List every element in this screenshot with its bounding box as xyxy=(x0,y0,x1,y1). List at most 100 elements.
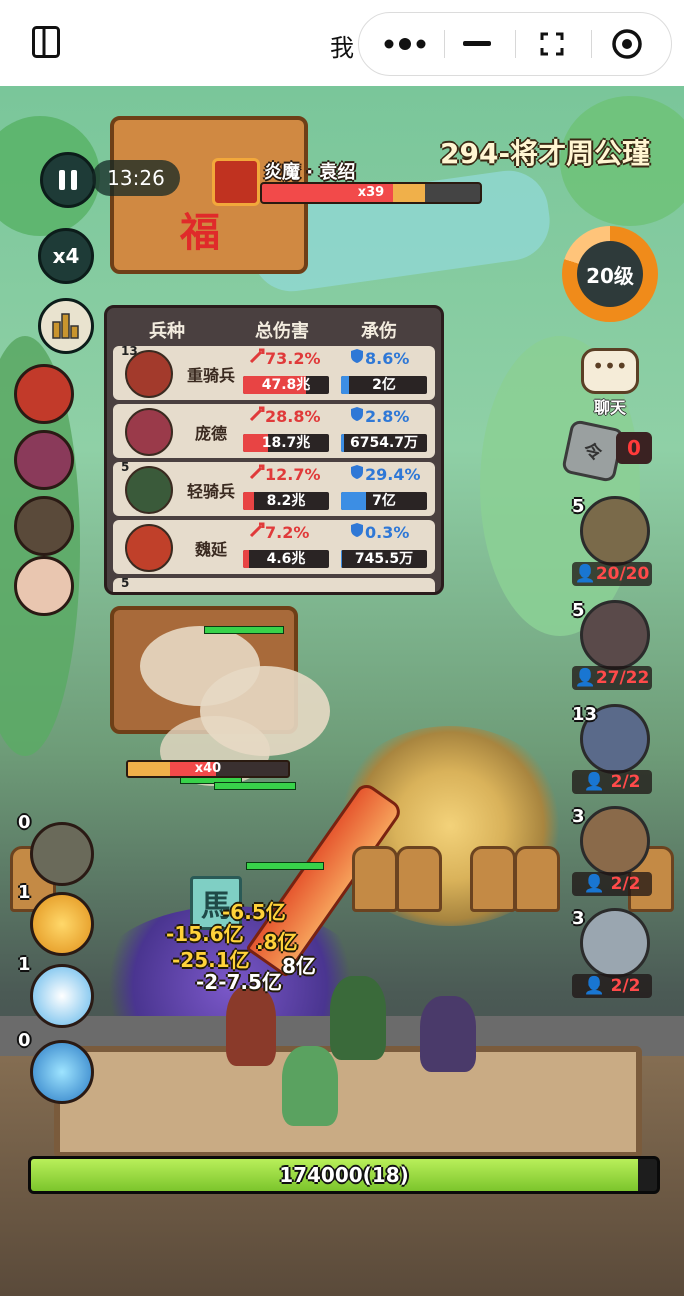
hero-portrait[interactable] xyxy=(14,496,74,556)
battle-timer: 13:26 xyxy=(92,160,180,196)
unit-name: 轻骑兵 xyxy=(187,482,236,501)
order-token[interactable]: 令 0 xyxy=(560,418,654,484)
page-title: 我 xyxy=(330,34,354,62)
chat-bubble-icon: ••• xyxy=(581,348,639,394)
tank-bar: 6754.7万 xyxy=(341,434,427,452)
unit-level: 13 xyxy=(572,704,598,725)
damage-percent: 73.2% xyxy=(249,348,321,368)
boss-count: x39 xyxy=(357,185,385,200)
hero-portrait[interactable] xyxy=(14,430,74,490)
damage-percent: 7.2% xyxy=(249,522,309,542)
stats-row: 13 重骑兵 73.2% 8.6% 47.8兆 2亿 xyxy=(113,344,435,400)
hero-unit[interactable] xyxy=(226,986,276,1066)
unit-capacity: 👤 2/2 xyxy=(572,974,652,998)
unit-capacity: 👤 2/2 xyxy=(572,770,652,794)
unit-slot[interactable]: 3 👤 2/2 xyxy=(572,908,654,1008)
pause-icon xyxy=(59,170,77,190)
game-scene[interactable]: 福 馬 x40 -6.5亿 -15.6亿 .8亿 -25.1亿 8亿 -2-7.… xyxy=(0,86,684,1296)
enemy-count: x40 xyxy=(194,761,222,776)
unit-name: 庞德 xyxy=(195,424,228,443)
tank-percent: 2.8% xyxy=(349,406,409,426)
damage-percent: 28.8% xyxy=(249,406,321,426)
unit-portrait xyxy=(580,496,650,566)
tank-percent: 29.4% xyxy=(349,464,421,484)
shield-icon xyxy=(351,523,363,537)
damage-bar: 47.8兆 xyxy=(243,376,329,394)
shield-icon xyxy=(351,407,363,421)
skill-count: 0 xyxy=(18,812,31,833)
skill-count: 0 xyxy=(18,1030,31,1051)
skill-ice-button[interactable] xyxy=(30,964,94,1028)
hero-portrait[interactable] xyxy=(14,364,74,424)
unit-slot[interactable]: 5 👤27/22 xyxy=(572,600,654,700)
fence-post xyxy=(396,846,442,912)
skill-count: 1 xyxy=(18,882,31,903)
tank-bar: 2亿 xyxy=(341,376,427,394)
more-dots-icon[interactable] xyxy=(367,13,443,75)
base-hp-bar: 174000(18) xyxy=(28,1156,660,1194)
stats-row-partial: 5 xyxy=(113,576,435,592)
stage-title: 294-将才周公瑾 xyxy=(440,137,651,170)
pause-button[interactable] xyxy=(40,152,96,208)
unit-capacity: 👤27/22 xyxy=(572,666,652,690)
sword-icon xyxy=(249,522,265,538)
minimize-icon[interactable] xyxy=(439,13,515,75)
hero-unit[interactable] xyxy=(330,976,386,1060)
damage-value: 4.6兆 xyxy=(266,551,306,567)
sword-icon xyxy=(249,348,265,364)
unit-portrait xyxy=(125,466,173,514)
tank-bar: 7亿 xyxy=(341,492,427,510)
sword-icon xyxy=(249,464,265,480)
enemy-hp-bar: x40 xyxy=(126,760,290,778)
sidebar-toggle-icon[interactable] xyxy=(32,26,60,58)
wall-platform xyxy=(54,1046,642,1158)
boss-name: 炎魔 · 袁绍 xyxy=(264,162,356,183)
unit-level: 5 xyxy=(121,576,130,590)
damage-bar: 18.7兆 xyxy=(243,434,329,452)
tank-percent: 8.6% xyxy=(349,348,409,368)
stats-row: 魏延 7.2% 0.3% 4.6兆 745.5万 xyxy=(113,520,435,574)
unit-portrait xyxy=(580,806,650,876)
hero-unit[interactable] xyxy=(282,1046,338,1126)
damage-number: 8亿 xyxy=(282,954,316,978)
skill-gold-button[interactable] xyxy=(30,892,94,956)
mini-program-topbar: 我 xyxy=(0,0,684,87)
unit-name: 魏延 xyxy=(195,540,228,559)
boss-avatar[interactable] xyxy=(212,158,260,206)
damage-value: 18.7兆 xyxy=(261,435,311,451)
share-screen-icon[interactable] xyxy=(514,13,590,75)
damage-value: 47.8兆 xyxy=(261,377,311,393)
panel-header: 兵种 总伤害 承伤 xyxy=(107,308,441,346)
damage-number: -15.6亿 xyxy=(166,922,244,946)
skill-arrows-button[interactable] xyxy=(30,822,94,886)
fence-post xyxy=(470,846,516,912)
unit-slot[interactable]: 13 👤 2/2 xyxy=(572,704,654,804)
capsule-menu xyxy=(358,12,672,76)
record-close-icon[interactable] xyxy=(589,13,665,75)
boss-hp-bar: x39 xyxy=(260,182,482,204)
unit-portrait xyxy=(580,600,650,670)
skill-wave-button[interactable] xyxy=(30,1040,94,1104)
player-level-ring[interactable]: 20级 xyxy=(562,226,658,322)
order-token-count: 0 xyxy=(616,432,652,464)
unit-level: 3 xyxy=(572,806,585,827)
hero-unit[interactable] xyxy=(420,996,476,1072)
tank-percent: 0.3% xyxy=(349,522,409,542)
unit-name: 重骑兵 xyxy=(187,366,236,385)
unit-level: 5 xyxy=(121,460,130,474)
unit-slot[interactable]: 5 👤20/20 xyxy=(572,496,654,596)
unit-portrait xyxy=(125,524,173,572)
player-level: 20级 xyxy=(577,241,643,307)
chat-button[interactable]: ••• 聊天 xyxy=(578,348,642,428)
unit-slot[interactable]: 3 👤 2/2 xyxy=(572,806,654,906)
header-total-damage: 总伤害 xyxy=(255,321,309,342)
unit-portrait xyxy=(125,408,173,456)
hero-portrait[interactable] xyxy=(14,556,74,616)
unit-level: 13 xyxy=(121,344,138,358)
speed-button[interactable]: x4 xyxy=(38,228,94,284)
shield-icon xyxy=(351,465,363,479)
stats-button[interactable] xyxy=(38,298,94,354)
header-unit-type: 兵种 xyxy=(149,321,185,342)
bar-chart-icon xyxy=(52,313,79,339)
unit-level: 5 xyxy=(572,600,585,621)
